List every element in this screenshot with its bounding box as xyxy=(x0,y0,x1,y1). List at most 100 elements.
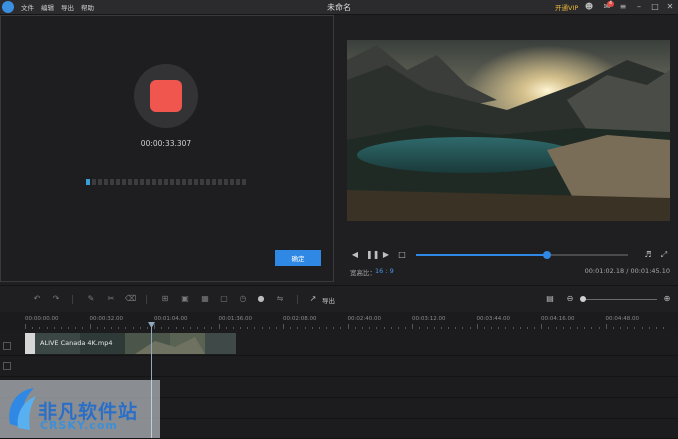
video-clip[interactable]: ALIVE Canada 4K.mp4 xyxy=(25,333,236,354)
ruler-label: 00:02:08.00 xyxy=(283,316,317,322)
level-segment xyxy=(236,179,240,185)
ruler-tick xyxy=(333,327,335,329)
zoom-slider[interactable] xyxy=(582,299,657,300)
edit-toolbar xyxy=(0,286,678,312)
ruler-tick xyxy=(103,327,105,329)
ruler-tick xyxy=(440,327,442,329)
level-segment xyxy=(152,179,156,185)
ruler-tick xyxy=(175,327,177,329)
audio-detach-icon[interactable]: ⇋ xyxy=(275,294,285,304)
delete-icon[interactable]: ⌫ xyxy=(125,294,136,304)
fit-timeline-icon[interactable]: ▤ xyxy=(545,294,555,304)
level-segment xyxy=(200,179,204,185)
export-button[interactable]: 导出 xyxy=(322,295,335,305)
stop-playback-icon[interactable]: □ xyxy=(397,250,407,260)
vip-button[interactable]: 开通VIP xyxy=(555,2,578,12)
zoom-in-icon[interactable]: ⊕ xyxy=(662,294,672,304)
ruler-tick xyxy=(225,327,227,329)
ruler-tick xyxy=(32,327,34,329)
ruler-tick xyxy=(455,327,457,329)
transform-icon[interactable]: ▣ xyxy=(180,294,190,304)
ruler-tick xyxy=(232,327,234,329)
watermark-subtext: CRSKY.com xyxy=(40,419,118,432)
ruler-tick xyxy=(519,327,521,329)
ruler-tick xyxy=(577,327,579,329)
aspect-value[interactable]: 16 : 9 xyxy=(375,267,394,275)
ruler-tick xyxy=(462,327,464,329)
ruler-tick xyxy=(290,327,292,329)
level-segment xyxy=(224,179,228,185)
ruler-tick xyxy=(562,327,564,329)
ruler-label: 00:01:04.00 xyxy=(154,316,188,322)
volume-icon[interactable]: ♬ xyxy=(643,250,653,260)
ruler-tick xyxy=(376,327,378,329)
ruler-tick xyxy=(46,327,48,329)
redo-icon[interactable]: ↷ xyxy=(51,294,61,304)
menu-icon[interactable]: ≡ xyxy=(617,2,629,12)
divider xyxy=(297,295,298,304)
level-segment xyxy=(116,179,120,185)
ruler-tick xyxy=(347,324,349,329)
next-frame-icon[interactable]: ▶ xyxy=(381,250,391,260)
crop-icon[interactable]: ⊞ xyxy=(160,294,170,304)
ruler-tick xyxy=(247,327,249,329)
track-lock-icon[interactable] xyxy=(3,362,11,370)
record-panel xyxy=(0,15,334,282)
ruler-tick xyxy=(612,327,614,329)
ruler-tick xyxy=(541,324,543,329)
zoom-handle[interactable] xyxy=(580,296,586,302)
progress-handle[interactable] xyxy=(543,251,552,259)
maximize-icon[interactable]: □ xyxy=(649,2,661,12)
record-time: 00:00:33.307 xyxy=(140,139,192,148)
stop-icon[interactable] xyxy=(150,80,182,112)
freeze-icon[interactable]: ▢ xyxy=(219,294,229,304)
ruler-tick xyxy=(39,327,41,329)
ruler-label: 00:00:32.00 xyxy=(89,316,123,322)
level-segment xyxy=(128,179,132,185)
ruler-tick xyxy=(340,327,342,329)
ruler-tick xyxy=(627,327,629,329)
duration-icon[interactable]: ◷ xyxy=(238,294,248,304)
ruler-tick xyxy=(383,327,385,329)
ruler-label: 00:04:48.00 xyxy=(605,316,639,322)
ruler-tick xyxy=(261,327,263,329)
zoom-out-icon[interactable]: ⊖ xyxy=(565,294,575,304)
ruler-tick xyxy=(182,327,184,329)
ruler-tick xyxy=(634,327,636,329)
ruler-tick xyxy=(505,327,507,329)
ruler-tick xyxy=(419,327,421,329)
ruler-tick xyxy=(369,327,371,329)
ruler-tick xyxy=(641,327,643,329)
level-segment xyxy=(206,179,210,185)
minimize-icon[interactable]: – xyxy=(633,2,645,12)
edit-icon[interactable]: ✎ xyxy=(86,294,96,304)
level-segment xyxy=(122,179,126,185)
level-segment xyxy=(98,179,102,185)
fullscreen-icon[interactable]: ⤢ xyxy=(659,250,669,260)
mosaic-icon[interactable]: ▦ xyxy=(200,294,210,304)
level-segment xyxy=(110,179,114,185)
ruler-tick xyxy=(598,327,600,329)
level-segment xyxy=(188,179,192,185)
pause-icon[interactable]: ❚❚ xyxy=(366,250,379,260)
ruler-label: 00:03:44.00 xyxy=(476,316,510,322)
ruler-tick xyxy=(448,327,450,329)
close-icon[interactable]: ✕ xyxy=(664,2,676,12)
confirm-button[interactable]: 确定 xyxy=(275,250,321,266)
user-icon[interactable]: ☻ xyxy=(583,2,595,12)
undo-icon[interactable]: ↶ xyxy=(32,294,42,304)
ruler-tick xyxy=(433,327,435,329)
ruler-tick xyxy=(82,327,84,329)
export-icon[interactable]: ↗ xyxy=(308,294,318,304)
ruler-tick xyxy=(146,327,148,329)
mic-icon[interactable]: ● xyxy=(256,294,266,304)
ruler-tick xyxy=(318,327,320,329)
prev-frame-icon[interactable]: ◀ xyxy=(350,250,360,260)
overlay-track[interactable] xyxy=(0,356,678,377)
track-visibility-icon[interactable] xyxy=(3,342,11,350)
cut-icon[interactable]: ✂ xyxy=(106,294,116,304)
ruler-tick xyxy=(405,327,406,329)
playback-progress[interactable] xyxy=(416,251,628,259)
video-preview xyxy=(347,40,670,221)
ruler-tick xyxy=(275,327,277,329)
